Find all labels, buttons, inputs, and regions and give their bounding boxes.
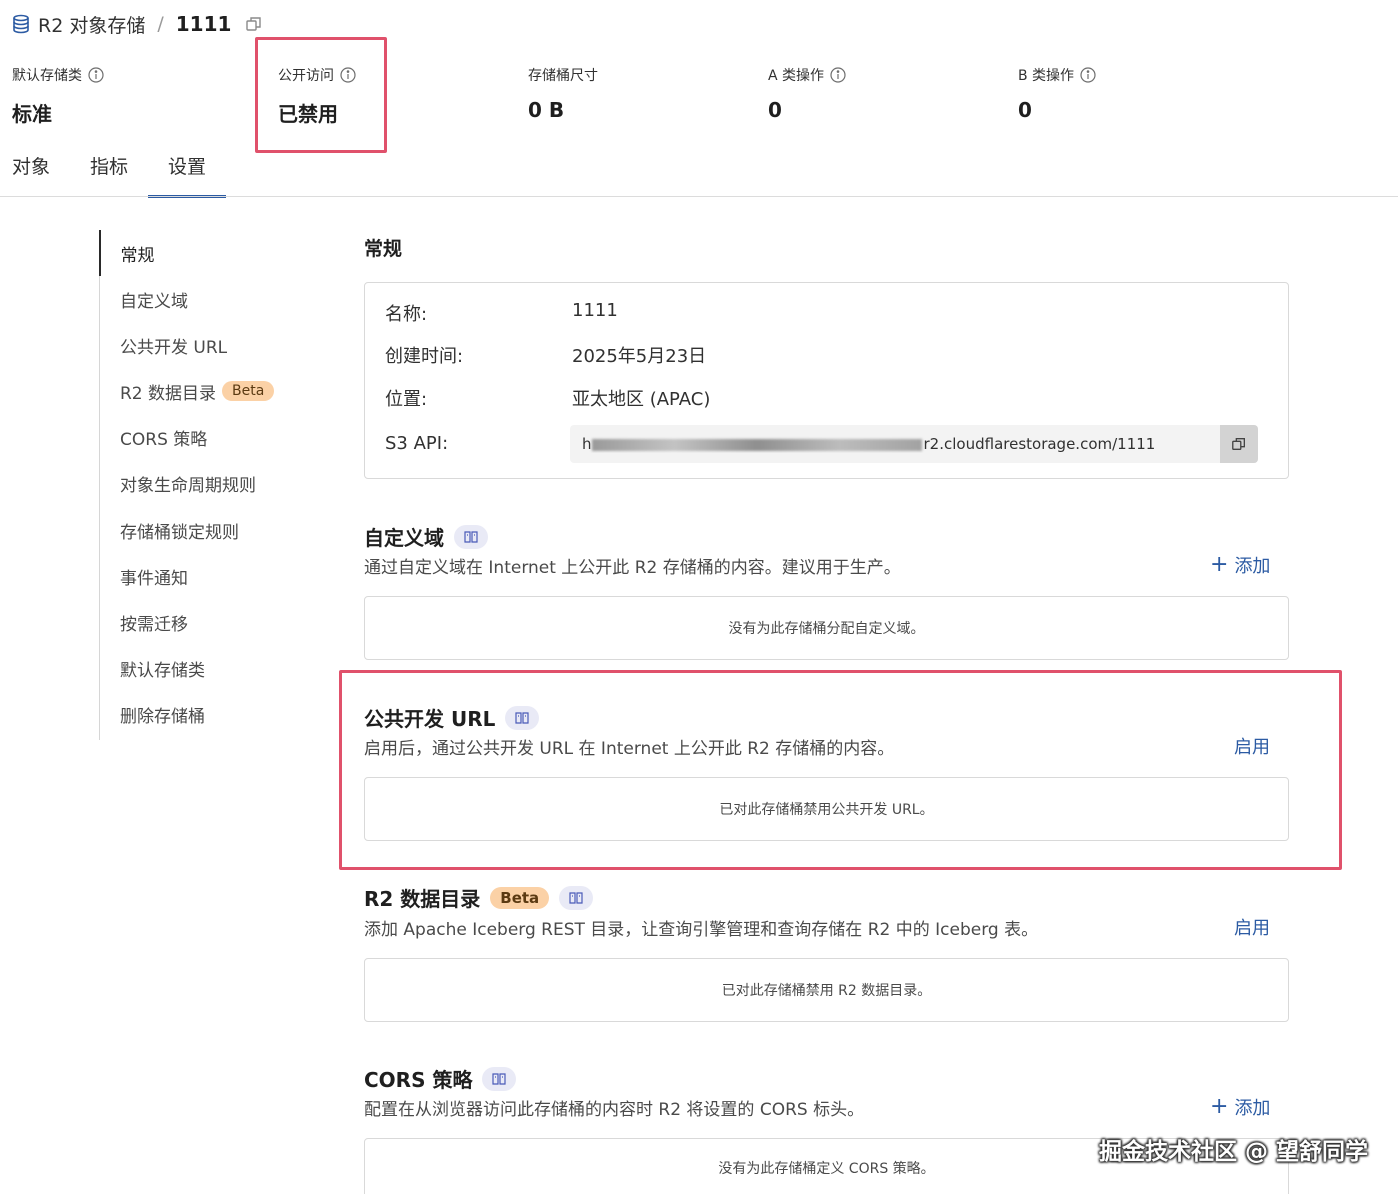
docs-book-icon[interactable] (559, 885, 594, 910)
stat-value: 0 (1018, 98, 1032, 122)
breadcrumb-separator: / (157, 13, 164, 35)
stat-label: 公开访问 (278, 68, 334, 84)
database-icon (13, 14, 29, 34)
info-icon[interactable] (830, 67, 846, 83)
data-catalog-empty-state: 已对此存储桶禁用 R2 数据目录。 (364, 958, 1289, 1022)
name-label: 名称: (385, 304, 428, 325)
docs-book-icon[interactable] (505, 705, 540, 730)
enable-data-catalog-button[interactable]: 启用 (1234, 914, 1270, 940)
info-icon[interactable] (88, 67, 104, 83)
tab-objects[interactable]: 对象 (0, 140, 70, 198)
custom-domain-empty-state: 没有为此存储桶分配自定义域。 (364, 596, 1289, 660)
redacted-account-id (591, 438, 922, 451)
stat-value: 标准 (12, 102, 52, 126)
section-title-text: 公共开发 URL (364, 707, 496, 731)
watermark-text: 掘金技术社区 @ 望舒同学 (1098, 1139, 1368, 1165)
location-label: 位置: (385, 389, 428, 410)
tab-divider (0, 196, 1398, 197)
sidenav-item-default-storage-class[interactable]: 默认存储类 (100, 646, 299, 692)
s3-api-field[interactable]: h r2.cloudflarestorage.com/1111 (570, 425, 1258, 463)
section-title-text: CORS 策略 (364, 1068, 473, 1092)
sidenav-item-migration[interactable]: 按需迁移 (100, 599, 299, 645)
stat-label: 默认存储类 (12, 68, 82, 84)
public-dev-url-empty-state: 已对此存储桶禁用公共开发 URL。 (364, 777, 1289, 841)
name-value: 1111 (572, 300, 618, 321)
sidenav-item-custom-domains[interactable]: 自定义域 (100, 276, 299, 322)
sidenav-item-label: R2 数据目录 (120, 383, 217, 404)
section-title-text: R2 数据目录 (364, 887, 481, 911)
public-dev-url-section-title: 公共开发 URL (364, 703, 540, 732)
action-label: 添加 (1234, 1098, 1271, 1119)
add-cors-policy-button[interactable]: + 添加 (1210, 1094, 1270, 1120)
s3-api-prefix: h (582, 435, 592, 453)
s3-api-suffix: r2.cloudflarestorage.com/1111 (923, 435, 1156, 453)
copy-icon[interactable] (245, 15, 263, 33)
copy-icon (1232, 438, 1245, 450)
stat-label: A 类操作 (768, 68, 825, 84)
breadcrumb-parent-link[interactable]: R2 对象存储 (38, 11, 145, 38)
stat-value: 0 B (528, 98, 565, 122)
docs-book-icon[interactable] (454, 524, 488, 549)
stat-default-storage-class: 默认存储类 标准 (12, 64, 104, 127)
sidenav-item-lifecycle[interactable]: 对象生命周期规则 (100, 461, 299, 507)
stat-label: 存储桶尺寸 (528, 68, 598, 84)
section-title-text: 自定义域 (364, 526, 444, 550)
cors-description: 配置在从浏览器访问此存储桶的内容时 R2 将设置的 CORS 标头。 (364, 1100, 865, 1120)
beta-badge: Beta (222, 381, 275, 402)
sidenav-item-event-notifications[interactable]: 事件通知 (100, 553, 299, 599)
enable-public-dev-url-button[interactable]: 启用 (1234, 733, 1270, 759)
sidenav-item-cors[interactable]: CORS 策略 (100, 415, 299, 461)
data-catalog-section-title: R2 数据目录 Beta (364, 883, 594, 912)
sidenav-item-public-dev-url[interactable]: 公共开发 URL (100, 322, 299, 368)
stat-public-access: 公开访问 已禁用 (278, 64, 356, 127)
stat-value: 已禁用 (278, 102, 338, 126)
action-label: 启用 (1234, 737, 1270, 758)
sidenav-item-delete-bucket[interactable]: 删除存储桶 (100, 692, 299, 738)
location-value: 亚太地区 (APAC) (572, 389, 711, 410)
beta-badge: Beta (490, 886, 550, 909)
tab-metrics[interactable]: 指标 (70, 140, 148, 198)
settings-sidenav: 常规 自定义域 公共开发 URL R2 数据目录 Beta CORS 策略 对象… (98, 230, 300, 740)
action-label: 添加 (1234, 556, 1271, 577)
tab-settings[interactable]: 设置 (148, 140, 227, 198)
created-value: 2025年5月23日 (572, 346, 707, 367)
custom-domain-section-title: 自定义域 (364, 522, 488, 551)
s3-api-label: S3 API: (385, 433, 449, 454)
add-custom-domain-button[interactable]: + 添加 (1210, 552, 1270, 578)
docs-book-icon[interactable] (482, 1066, 517, 1091)
info-icon[interactable] (1080, 67, 1096, 83)
sidenav-item-bucket-lock[interactable]: 存储桶锁定规则 (100, 507, 299, 553)
tab-bar: 对象 指标 设置 (0, 140, 227, 198)
action-label: 启用 (1234, 918, 1270, 939)
copy-s3-api-button[interactable] (1220, 425, 1258, 463)
stat-bucket-size: 存储桶尺寸 0 B (528, 64, 598, 122)
stat-class-b-ops: B 类操作 0 (1018, 64, 1096, 122)
sidenav-item-general[interactable]: 常规 (98, 230, 300, 276)
bucket-name-title: 1111 (175, 12, 232, 36)
plus-icon: + (1210, 552, 1229, 577)
stat-value: 0 (768, 98, 782, 122)
stat-class-a-ops: A 类操作 0 (768, 64, 846, 122)
general-heading: 常规 (364, 238, 403, 260)
created-label: 创建时间: (385, 346, 464, 367)
breadcrumb: R2 对象存储 / 1111 (12, 10, 263, 38)
stat-label: B 类操作 (1018, 68, 1075, 84)
info-icon[interactable] (340, 67, 356, 83)
data-catalog-description: 添加 Apache Iceberg REST 目录，让查询引擎管理和查询存储在 … (364, 920, 1039, 940)
custom-domain-description: 通过自定义域在 Internet 上公开此 R2 存储桶的内容。建议用于生产。 (364, 558, 901, 578)
plus-icon: + (1210, 1094, 1229, 1119)
sidenav-item-data-catalog[interactable]: R2 数据目录 Beta (100, 368, 299, 414)
public-dev-url-description: 启用后，通过公共开发 URL 在 Internet 上公开此 R2 存储桶的内容… (364, 739, 895, 759)
cors-section-title: CORS 策略 (364, 1064, 517, 1093)
